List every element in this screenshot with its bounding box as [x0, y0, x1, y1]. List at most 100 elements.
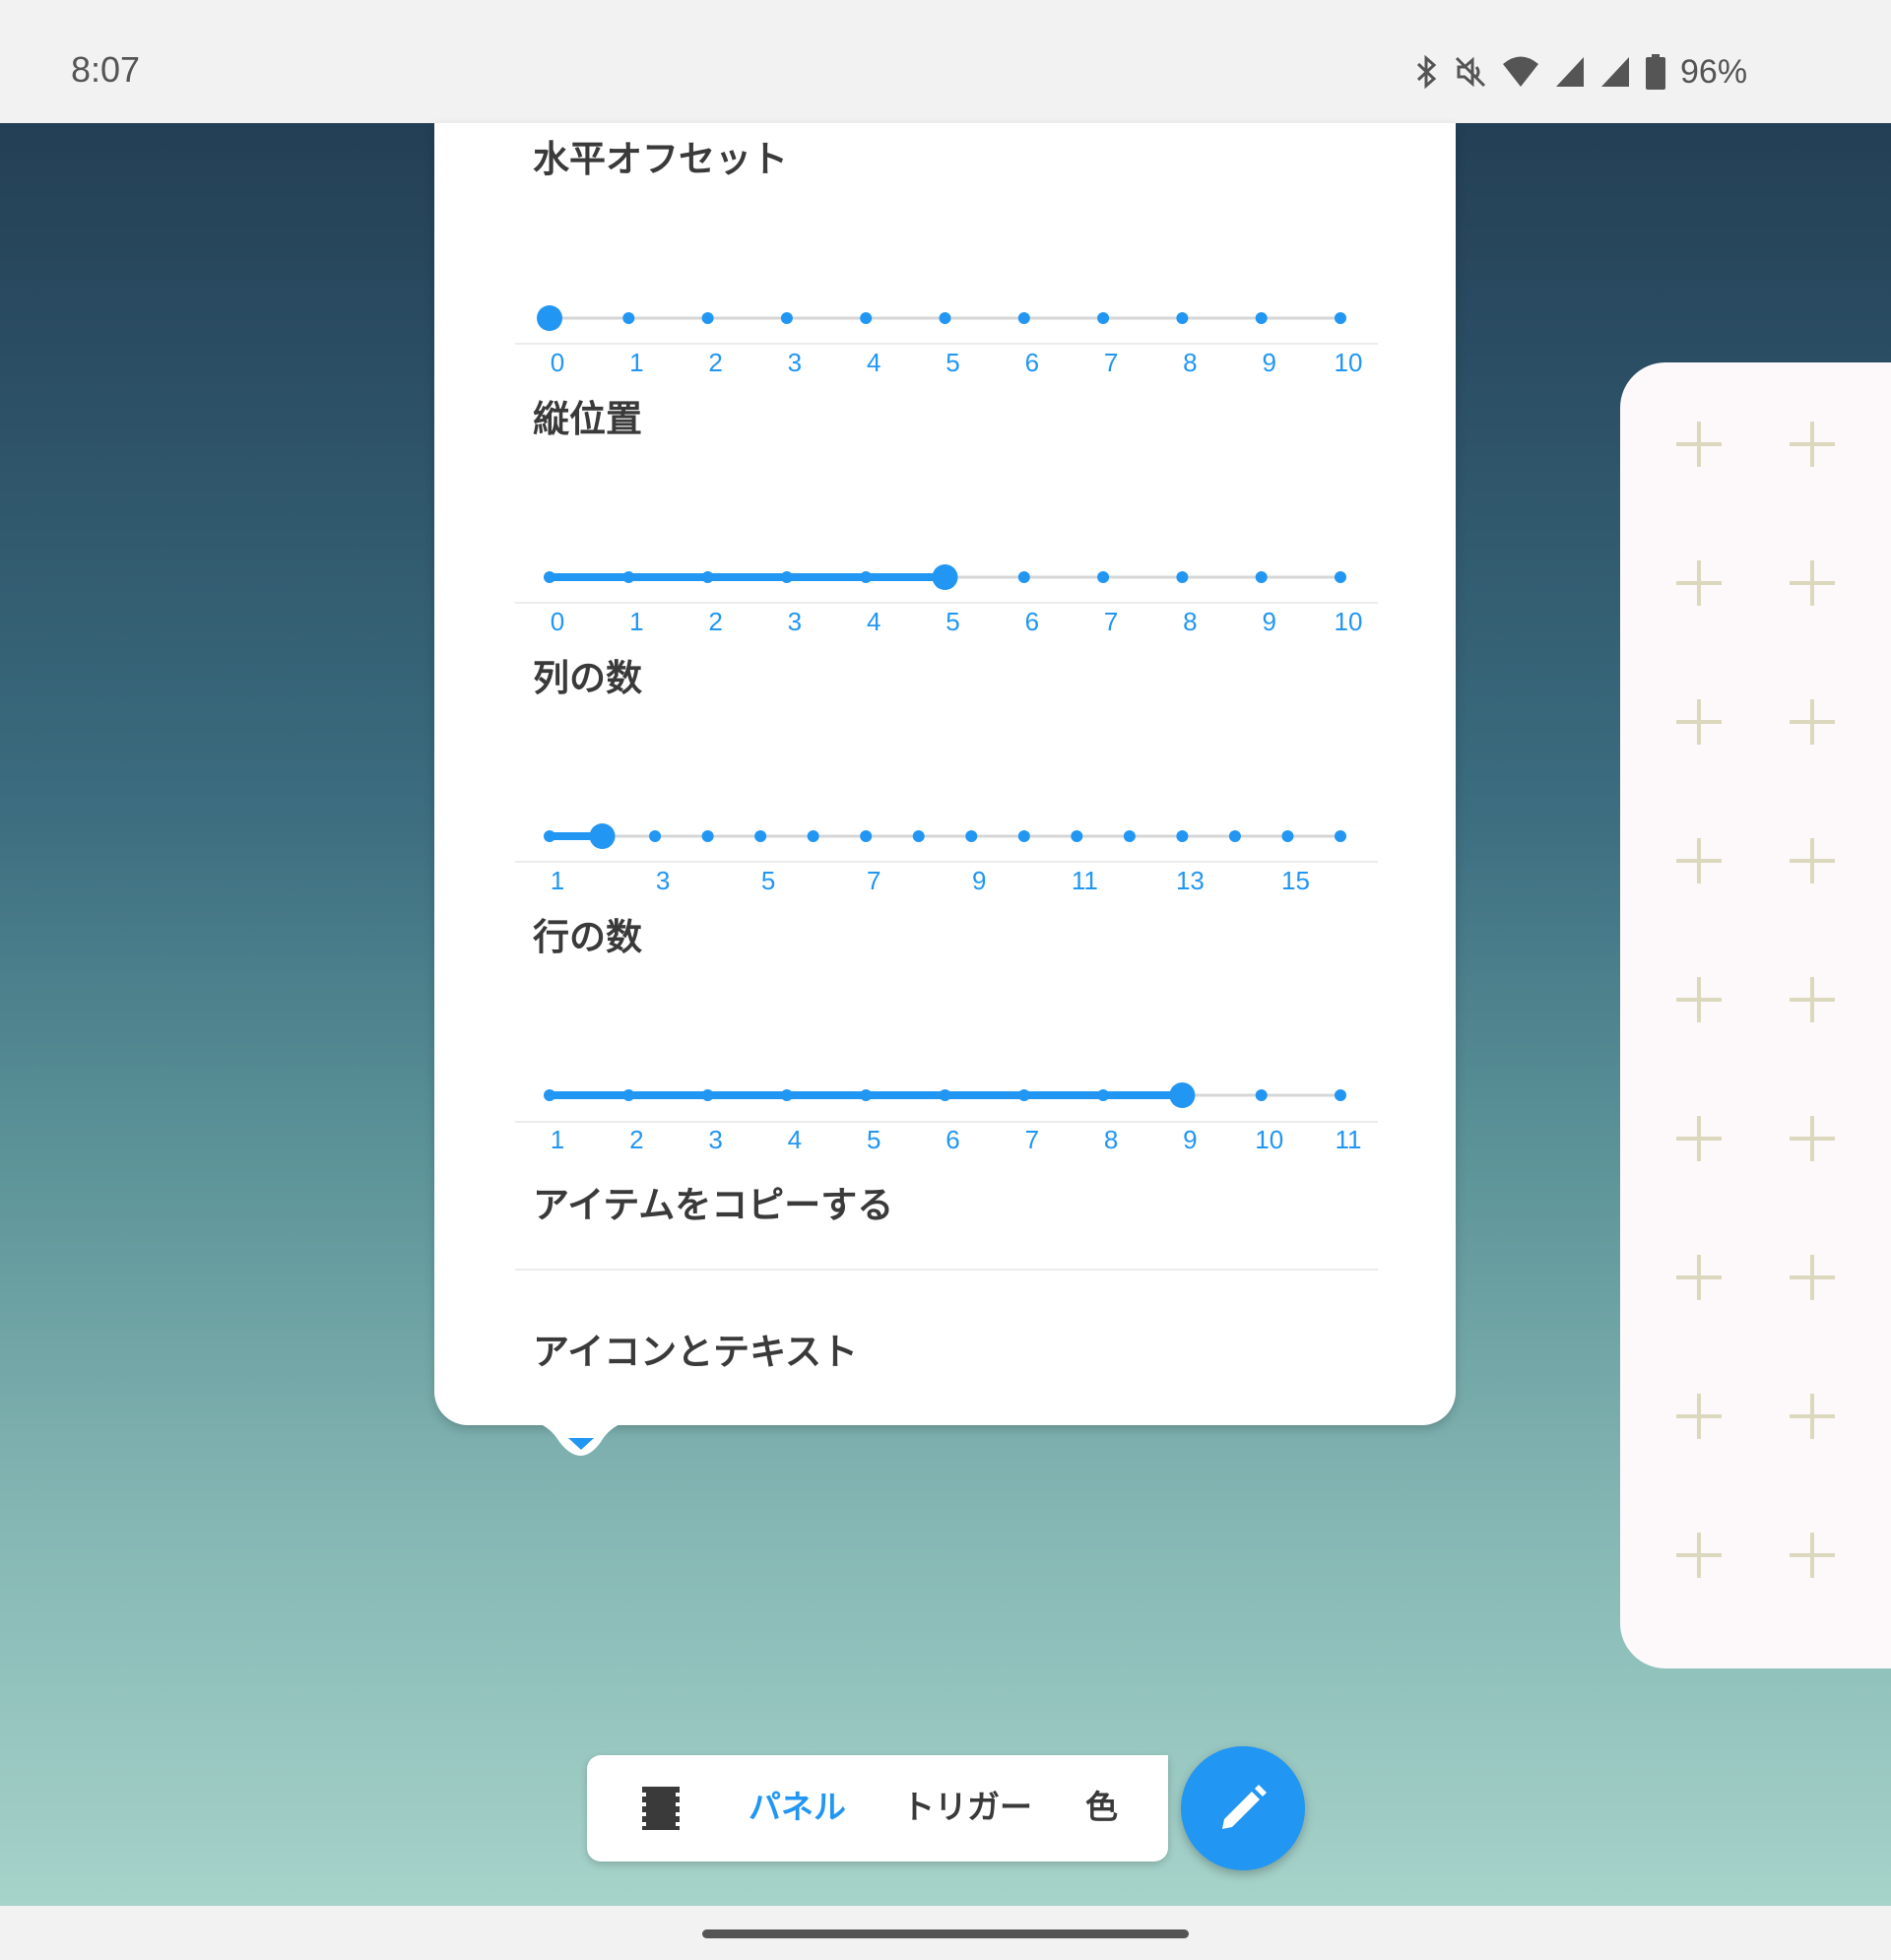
slider-tick-label: 6 [1025, 348, 1039, 377]
divider [515, 343, 1378, 345]
add-slot-plus-icon[interactable] [1790, 838, 1835, 883]
add-slot-plus-icon[interactable] [1790, 1255, 1835, 1300]
slider-tick-label: 1 [551, 866, 564, 895]
slider-tick-label: 10 [1335, 348, 1363, 377]
slider-tick[interactable] [701, 312, 714, 324]
slider-tick[interactable] [701, 1089, 714, 1101]
slider-tick[interactable] [1097, 571, 1110, 583]
copy-item-option[interactable]: アイテムをコピーする [533, 1175, 893, 1228]
setting-title: 縦位置 [533, 398, 642, 440]
add-slot-plus-icon[interactable] [1790, 1394, 1835, 1439]
slider-tick[interactable] [1017, 1089, 1030, 1101]
slider-tick-label: 9 [972, 866, 986, 895]
slider-tick[interactable] [622, 312, 635, 324]
add-slot-plus-icon[interactable] [1676, 1394, 1722, 1439]
slider-tick[interactable] [1017, 830, 1030, 842]
slider-tick[interactable] [1176, 830, 1189, 842]
add-slot-plus-icon[interactable] [1676, 422, 1722, 467]
add-slot-plus-icon[interactable] [1676, 977, 1722, 1022]
pencil-icon [1222, 1785, 1267, 1829]
slider-tick[interactable] [1335, 830, 1346, 842]
slider-tick[interactable] [860, 830, 873, 842]
film-icon[interactable] [640, 1787, 682, 1830]
slider-tick-label: 4 [867, 348, 880, 377]
slider-tick-label: 6 [946, 1125, 959, 1154]
slider-thumb[interactable] [932, 564, 958, 590]
add-slot-plus-icon[interactable] [1676, 560, 1722, 606]
slider-tick[interactable] [1228, 830, 1241, 842]
slider-tick-label: 5 [946, 348, 959, 377]
slider-tick-label: 15 [1281, 866, 1310, 895]
slider-tick[interactable] [1281, 830, 1294, 842]
slider-tick-label: 5 [946, 607, 959, 636]
slider-tick[interactable] [860, 1089, 873, 1101]
slider-tick[interactable] [622, 571, 635, 583]
slider-tick[interactable] [1071, 830, 1083, 842]
slider-tick-label: 8 [1183, 348, 1197, 377]
add-slot-plus-icon[interactable] [1790, 422, 1835, 467]
slider-tick[interactable] [1335, 1089, 1346, 1101]
slider-tick[interactable] [965, 830, 978, 842]
slider-tick[interactable] [1123, 830, 1136, 842]
side-panel[interactable] [1620, 362, 1891, 1668]
slider-tick[interactable] [701, 830, 714, 842]
add-slot-plus-icon[interactable] [1676, 1533, 1722, 1578]
slider-thumb[interactable] [1169, 1082, 1196, 1108]
add-slot-plus-icon[interactable] [1676, 699, 1722, 745]
slider-tick[interactable] [939, 312, 951, 324]
clock: 8:07 [71, 49, 141, 90]
slider-track[interactable]: 1 3 5 7 9 11 13 15 [434, 823, 1456, 917]
tab-panel[interactable]: パネル [749, 1781, 846, 1828]
tab-trigger[interactable]: トリガー [902, 1781, 1032, 1828]
slider-tick[interactable] [1255, 312, 1268, 324]
slider-tick[interactable] [1017, 571, 1030, 583]
slider-tick[interactable] [939, 1089, 951, 1101]
signal-icon [1556, 57, 1584, 87]
tab-color[interactable]: 色 [1085, 1781, 1118, 1828]
slider-tick[interactable] [544, 830, 555, 842]
slider-tick[interactable] [780, 571, 793, 583]
slider-tick[interactable] [544, 1089, 555, 1101]
add-slot-plus-icon[interactable] [1676, 838, 1722, 883]
icon-and-text-option[interactable]: アイコンとテキスト [533, 1322, 858, 1375]
slider-tick[interactable] [622, 1089, 635, 1101]
slider-tick-label: 4 [788, 1125, 802, 1154]
slider-tick[interactable] [860, 312, 873, 324]
slider-tick[interactable] [1097, 1089, 1110, 1101]
slider-tick[interactable] [1097, 312, 1110, 324]
slider-tick[interactable] [1255, 571, 1268, 583]
slider-tick[interactable] [544, 571, 555, 583]
slider-track[interactable]: 1 2 3 4 5 6 7 8 9 10 11 [434, 1082, 1456, 1176]
slider-tick-label: 9 [1183, 1125, 1197, 1154]
home-handle[interactable] [702, 1929, 1189, 1938]
slider-tick-label: 3 [656, 866, 670, 895]
slider-tick[interactable] [780, 312, 793, 324]
slider-tick-label: 0 [551, 607, 564, 636]
slider-tick[interactable] [1176, 312, 1189, 324]
slider-thumb[interactable] [589, 823, 616, 849]
add-slot-plus-icon[interactable] [1790, 560, 1835, 606]
slider-track[interactable]: 0 1 2 3 4 5 6 7 8 9 10 [434, 564, 1456, 658]
slider-thumb[interactable] [537, 305, 562, 331]
slider-tick[interactable] [780, 1089, 793, 1101]
slider-tick[interactable] [860, 571, 873, 583]
add-slot-plus-icon[interactable] [1676, 1116, 1722, 1161]
slider-tick[interactable] [1176, 571, 1189, 583]
add-slot-plus-icon[interactable] [1790, 977, 1835, 1022]
slider-tick[interactable] [1335, 312, 1346, 324]
add-slot-plus-icon[interactable] [1790, 1116, 1835, 1161]
slider-tick[interactable] [1017, 312, 1030, 324]
slider-tick-label: 1 [551, 1125, 564, 1154]
slider-tick[interactable] [912, 830, 925, 842]
add-slot-plus-icon[interactable] [1790, 1533, 1835, 1578]
slider-tick[interactable] [807, 830, 819, 842]
slider-track[interactable]: 0 1 2 3 4 5 6 7 8 9 10 [434, 305, 1456, 399]
add-slot-plus-icon[interactable] [1676, 1255, 1722, 1300]
slider-tick[interactable] [1255, 1089, 1268, 1101]
add-slot-plus-icon[interactable] [1790, 699, 1835, 745]
slider-tick[interactable] [1335, 571, 1346, 583]
slider-tick[interactable] [649, 830, 662, 842]
edit-fab-button[interactable] [1181, 1746, 1305, 1870]
slider-tick[interactable] [701, 571, 714, 583]
slider-tick[interactable] [754, 830, 767, 842]
